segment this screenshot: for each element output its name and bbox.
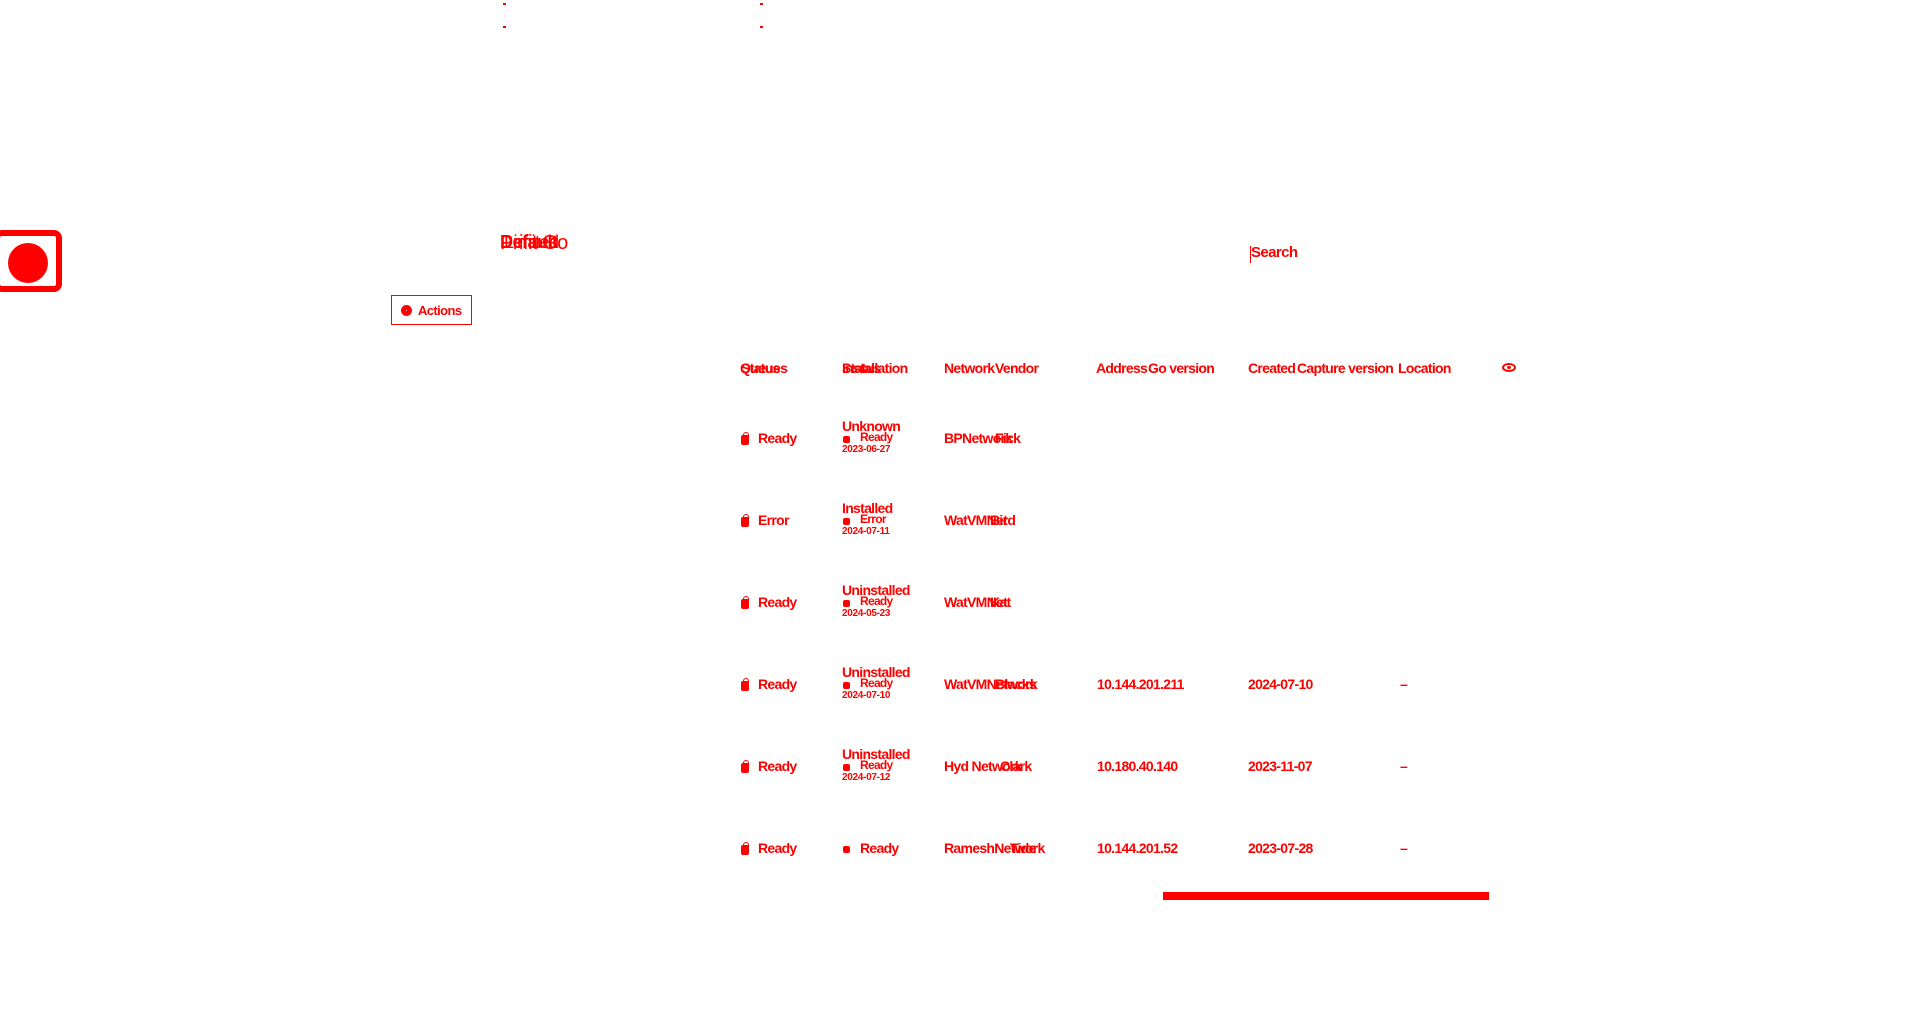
row-inst-date: 2024-07-12 (842, 772, 891, 783)
app-window: Prifit Go Default Limited Search Actions… (0, 0, 1914, 1034)
table-row[interactable]: Ready Uninstalled Ready 2024-07-12 Hyd N… (0, 742, 1914, 802)
glitch-tick (503, 26, 506, 28)
row-address: 10.144.201.52 (1097, 840, 1178, 856)
table-row[interactable]: Ready Uninstalled Ready 2024-05-23 WatVM… (0, 578, 1914, 638)
status-dot-icon (843, 682, 850, 689)
row-created: 2023-11-07 (1248, 758, 1313, 774)
row-created: 2023-07-28 (1248, 840, 1313, 856)
col-header-created[interactable]: Created (1248, 360, 1296, 376)
page-title-overlay: Limited (504, 232, 559, 252)
col-header-go-version[interactable]: Go version (1148, 360, 1215, 376)
record-icon[interactable] (0, 230, 62, 292)
status-dot-icon (843, 600, 850, 607)
row-inst-status: Ready (860, 758, 893, 772)
row-inst-status: Ready (860, 676, 893, 690)
row-status: Ready (758, 840, 797, 856)
col-header-installation[interactable]: Installation (842, 360, 908, 376)
table-row[interactable]: Ready Ready RameshNetwork Tide 10.144.20… (0, 824, 1914, 884)
row-inst-status: Error (860, 512, 887, 526)
table-row[interactable]: Ready Uninstalled Ready 2024-07-10 WatVM… (0, 660, 1914, 720)
row-address: 10.144.201.211 (1097, 676, 1184, 692)
row-inst-status: Ready (860, 430, 893, 444)
row-inst-date: 2024-05-23 (842, 608, 891, 619)
row-inst-date: 2024-07-11 (842, 526, 890, 537)
actions-button[interactable]: Actions (391, 295, 472, 325)
row-inst-date: 2024-07-10 (842, 690, 891, 701)
horizontal-scrollbar[interactable] (1163, 892, 1489, 900)
col-header-address[interactable]: Address (1096, 360, 1148, 376)
col-header-location[interactable]: Location (1398, 360, 1451, 376)
glitch-tick (760, 26, 763, 28)
row-address: 10.180.40.140 (1097, 758, 1178, 774)
row-inst-date: 2023-06-27 (842, 444, 891, 455)
status-dot-icon (843, 764, 850, 771)
row-vendor: Blacks (995, 676, 1037, 692)
col-header-status[interactable]: Status (741, 360, 780, 376)
row-vendor: Bird (990, 512, 1016, 528)
status-dot-icon (843, 436, 850, 443)
lock-icon (741, 842, 749, 855)
lock-icon (741, 678, 749, 691)
table-row[interactable]: Error Installed Error 2024-07-11 WatVMNe… (0, 496, 1914, 556)
actions-label: Actions (418, 302, 462, 318)
record-dot (8, 243, 48, 283)
eye-icon[interactable] (1502, 363, 1516, 372)
row-vendor: Fick (995, 430, 1021, 446)
search-input[interactable]: Search (1251, 244, 1298, 261)
row-vendor: Tide (1010, 840, 1036, 856)
row-location: – (1400, 758, 1408, 774)
col-header-capture-version[interactable]: Capture version (1297, 360, 1394, 376)
glitch-tick (760, 3, 763, 5)
lock-icon (741, 514, 749, 527)
row-inst-status: Ready (860, 840, 899, 856)
col-header-network[interactable]: Network (944, 360, 995, 376)
status-dot-icon (843, 846, 850, 853)
row-vendor: Kat (990, 594, 1011, 610)
lock-icon (741, 596, 749, 609)
row-created: 2024-07-10 (1248, 676, 1313, 692)
status-dot-icon (843, 518, 850, 525)
gear-icon (401, 304, 412, 316)
row-inst-status: Ready (860, 594, 893, 608)
col-header-vendor[interactable]: Vendor (995, 360, 1039, 376)
row-location: – (1400, 840, 1408, 856)
row-status: Ready (758, 430, 797, 446)
row-status: Error (758, 512, 789, 528)
row-status: Ready (758, 594, 797, 610)
lock-icon (741, 760, 749, 773)
lock-icon (741, 432, 749, 445)
glitch-tick (503, 3, 506, 5)
row-status: Ready (758, 676, 797, 692)
row-status: Ready (758, 758, 797, 774)
row-vendor: Clark (1000, 758, 1032, 774)
table-row[interactable]: Ready Unknown Ready 2023-06-27 BPNetwork… (0, 414, 1914, 474)
row-location: – (1400, 676, 1408, 692)
